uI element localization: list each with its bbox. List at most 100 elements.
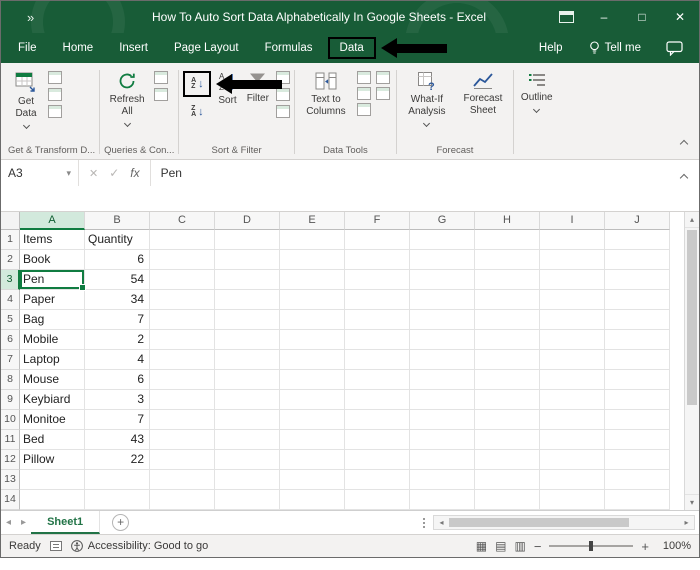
tab-home[interactable]: Home [50, 36, 107, 60]
row-header-4[interactable]: 4 [1, 290, 20, 310]
cell-B14[interactable] [85, 490, 150, 510]
cell-A11[interactable]: Bed [20, 430, 85, 450]
cell-I12[interactable] [540, 450, 605, 470]
cell-A5[interactable]: Bag [20, 310, 85, 330]
zoom-level[interactable]: 100% [657, 540, 691, 552]
macro-record-icon[interactable] [50, 541, 62, 551]
zoom-thumb[interactable] [589, 541, 593, 551]
clear-filter-icon[interactable] [276, 71, 290, 84]
consolidate-icon[interactable] [376, 87, 390, 100]
row-header-12[interactable]: 12 [1, 450, 20, 470]
cell-B12[interactable]: 22 [85, 450, 150, 470]
cell-A2[interactable]: Book [20, 250, 85, 270]
forecast-sheet-button[interactable]: Forecast Sheet [457, 67, 509, 117]
column-header-E[interactable]: E [280, 212, 345, 230]
row-header-1[interactable]: 1 [1, 230, 20, 250]
cell-F13[interactable] [345, 470, 410, 490]
cell-F10[interactable] [345, 410, 410, 430]
sheet-tab-sheet1[interactable]: Sheet1 [31, 511, 100, 534]
column-header-H[interactable]: H [475, 212, 540, 230]
cell-E1[interactable] [280, 230, 345, 250]
cell-E6[interactable] [280, 330, 345, 350]
edit-links-icon[interactable] [154, 88, 168, 101]
cell-F4[interactable] [345, 290, 410, 310]
cell-I9[interactable] [540, 390, 605, 410]
cell-D6[interactable] [215, 330, 280, 350]
cell-A8[interactable]: Mouse [20, 370, 85, 390]
select-all-corner[interactable] [1, 212, 20, 230]
cell-A9[interactable]: Keybiard [20, 390, 85, 410]
vertical-scroll-thumb[interactable] [687, 230, 697, 405]
remove-duplicates-icon[interactable] [376, 71, 390, 84]
cell-I3[interactable] [540, 270, 605, 290]
from-table-range-icon[interactable] [48, 105, 62, 118]
enter-icon[interactable]: ✓ [109, 166, 119, 180]
cell-H11[interactable] [475, 430, 540, 450]
cell-B4[interactable]: 34 [85, 290, 150, 310]
cell-I8[interactable] [540, 370, 605, 390]
properties-icon[interactable] [154, 71, 168, 84]
cell-B9[interactable]: 3 [85, 390, 150, 410]
scroll-up-icon[interactable]: ▴ [685, 212, 699, 228]
horizontal-scrollbar[interactable]: ◂ ▸ [433, 515, 695, 530]
cell-D10[interactable] [215, 410, 280, 430]
cell-C12[interactable] [150, 450, 215, 470]
cell-B13[interactable] [85, 470, 150, 490]
cell-I13[interactable] [540, 470, 605, 490]
cell-C3[interactable] [150, 270, 215, 290]
tab-formulas[interactable]: Formulas [252, 36, 326, 60]
cell-E8[interactable] [280, 370, 345, 390]
tab-insert[interactable]: Insert [106, 36, 161, 60]
from-text-csv-icon[interactable] [48, 71, 62, 84]
cell-E10[interactable] [280, 410, 345, 430]
cell-J10[interactable] [605, 410, 670, 430]
zoom-out-button[interactable]: − [534, 539, 542, 554]
tab-page-layout[interactable]: Page Layout [161, 36, 252, 60]
cell-H1[interactable] [475, 230, 540, 250]
cell-G3[interactable] [410, 270, 475, 290]
tab-data[interactable]: Data [328, 37, 376, 59]
from-web-icon[interactable] [48, 88, 62, 101]
cell-H2[interactable] [475, 250, 540, 270]
insert-function-icon[interactable]: fx [130, 166, 139, 180]
cell-B6[interactable]: 2 [85, 330, 150, 350]
tab-help[interactable]: Help [526, 36, 576, 60]
cell-B1[interactable]: Quantity [85, 230, 150, 250]
column-header-D[interactable]: D [215, 212, 280, 230]
cell-J2[interactable] [605, 250, 670, 270]
cell-I7[interactable] [540, 350, 605, 370]
cell-A7[interactable]: Laptop [20, 350, 85, 370]
data-validation-icon[interactable] [357, 87, 371, 100]
cell-G14[interactable] [410, 490, 475, 510]
cell-C14[interactable] [150, 490, 215, 510]
outline-button[interactable]: Outline [518, 67, 556, 112]
cell-I4[interactable] [540, 290, 605, 310]
cell-C10[interactable] [150, 410, 215, 430]
row-header-2[interactable]: 2 [1, 250, 20, 270]
row-header-3[interactable]: 3 [1, 270, 20, 290]
cell-B5[interactable]: 7 [85, 310, 150, 330]
ribbon-display-options-button[interactable] [547, 1, 585, 33]
sort-ascending-button[interactable]: AZ ↓ [183, 71, 211, 97]
cell-J1[interactable] [605, 230, 670, 250]
cell-F9[interactable] [345, 390, 410, 410]
cell-D2[interactable] [215, 250, 280, 270]
cell-E13[interactable] [280, 470, 345, 490]
cell-H8[interactable] [475, 370, 540, 390]
cell-G4[interactable] [410, 290, 475, 310]
cell-I11[interactable] [540, 430, 605, 450]
cell-E9[interactable] [280, 390, 345, 410]
horizontal-scroll-thumb[interactable] [449, 518, 629, 527]
cell-B11[interactable]: 43 [85, 430, 150, 450]
cell-G11[interactable] [410, 430, 475, 450]
cell-F2[interactable] [345, 250, 410, 270]
cell-D13[interactable] [215, 470, 280, 490]
scroll-down-icon[interactable]: ▾ [685, 494, 699, 510]
cell-E14[interactable] [280, 490, 345, 510]
cell-F3[interactable] [345, 270, 410, 290]
relationships-icon[interactable] [357, 103, 371, 116]
what-if-analysis-button[interactable]: ? What-If Analysis [401, 67, 453, 126]
column-header-C[interactable]: C [150, 212, 215, 230]
cell-C1[interactable] [150, 230, 215, 250]
cell-B7[interactable]: 4 [85, 350, 150, 370]
